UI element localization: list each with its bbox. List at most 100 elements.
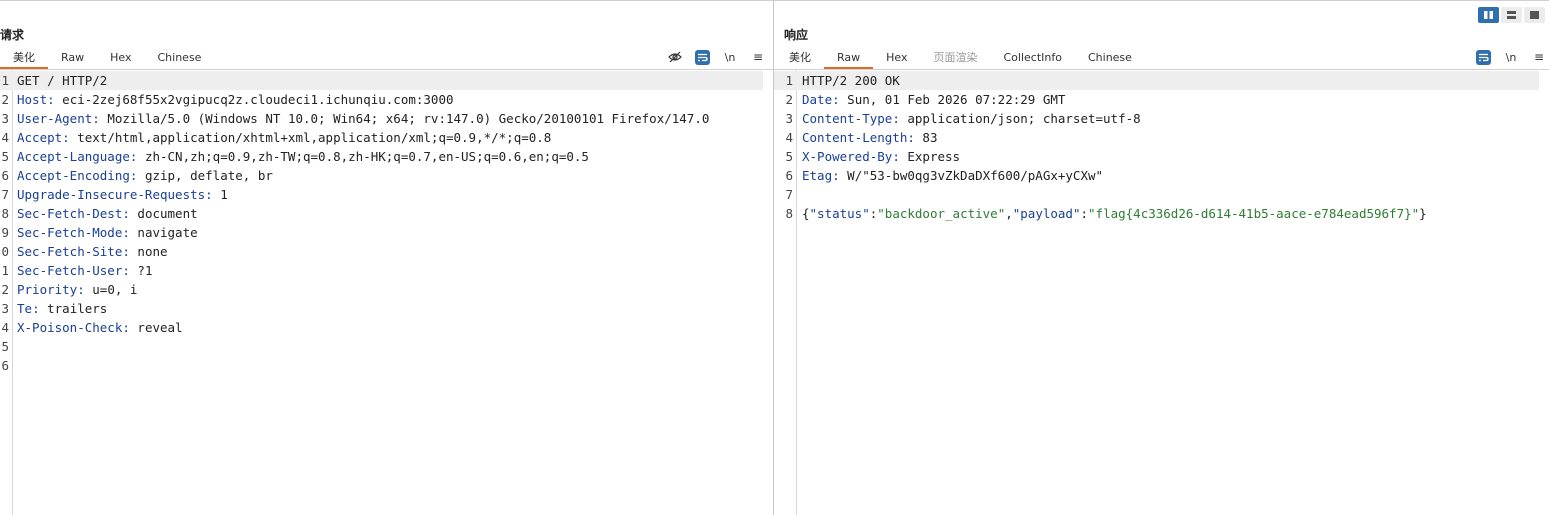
header-colon: : xyxy=(122,206,130,221)
header-name: Priority xyxy=(17,282,78,297)
tab-3[interactable]: Chinese xyxy=(145,50,215,68)
tab-2[interactable]: Hex xyxy=(97,50,144,68)
header-name: X-Poison-Check xyxy=(17,320,123,335)
line-number: 3 xyxy=(1,301,9,316)
tab-3[interactable]: 页面渲染 xyxy=(921,50,991,68)
line-number: 5 xyxy=(1,149,9,164)
header-colon: : xyxy=(122,225,130,240)
line-number: 0 xyxy=(1,244,9,259)
tab-1[interactable]: Raw xyxy=(48,50,97,68)
tab-4[interactable]: CollectInfo xyxy=(991,50,1075,68)
code-line: 3 User-Agent: Mozilla/5.0 (Windows NT 10.… xyxy=(0,109,773,128)
code-line: 2 Priority: u=0, i xyxy=(0,280,773,299)
header-colon: : xyxy=(122,244,130,259)
newline-toggle[interactable]: \n xyxy=(722,49,738,65)
code-line: 7 Upgrade-Insecure-Requests: 1 xyxy=(0,185,773,204)
line-text: GET / HTTP/2 xyxy=(17,71,107,90)
response-editor[interactable]: 1 HTTP/2 200 OK 2 Date: Sun, 01 Feb 2026 07… xyxy=(774,70,1549,515)
header-value: navigate xyxy=(129,225,198,240)
header-value: gzip, deflate, br xyxy=(137,168,273,183)
header-name: Content-Length xyxy=(802,130,908,145)
header-value: trailers xyxy=(39,301,108,316)
header-colon: : xyxy=(832,168,840,183)
line-number: 1 xyxy=(785,73,793,88)
line-number: 2 xyxy=(1,92,9,107)
tab-5[interactable]: Chinese xyxy=(1075,50,1145,68)
line-number: 5 xyxy=(1,339,9,354)
line-number: 1 xyxy=(1,263,9,278)
json-token: } xyxy=(1419,206,1427,221)
code-line: 2 Date: Sun, 01 Feb 2026 07:22:29 GMT xyxy=(774,90,1549,109)
header-name: Etag xyxy=(802,168,833,183)
header-name: Te xyxy=(17,301,33,316)
code-line: 9 Sec-Fetch-Mode: navigate xyxy=(0,223,773,242)
code-line: 8 Sec-Fetch-Dest: document xyxy=(0,204,773,223)
header-colon: : xyxy=(32,301,40,316)
code-line: 6 Etag: W/"53-bw0qg3vZkDaDXf600/pAGx+yCXw… xyxy=(774,166,1549,185)
line-text: Content-Type: application/json; charset=… xyxy=(802,109,1141,128)
header-name: Content-Type xyxy=(802,111,893,126)
request-pane: 请求 美化 Raw Hex Chinese \n ≡ 1 GET / HTTP/2 2 Ho… xyxy=(0,0,773,515)
code-line: 5 X-Powered-By: Express xyxy=(774,147,1549,166)
header-name: Sec-Fetch-User xyxy=(17,263,123,278)
line-number: 5 xyxy=(785,149,793,164)
request-editor[interactable]: 1 GET / HTTP/2 2 Host: eci-2zej68f55x2vgipu… xyxy=(0,70,773,515)
line-text: X-Powered-By: Express xyxy=(802,147,960,166)
line-text: Content-Length: 83 xyxy=(802,128,937,147)
line-number: 1 xyxy=(1,73,9,88)
tab-0[interactable]: 美化 xyxy=(0,50,48,69)
menu-icon[interactable]: ≡ xyxy=(750,49,766,65)
line-text: Date: Sun, 01 Feb 2026 07:22:29 GMT xyxy=(802,90,1065,109)
header-name: Host xyxy=(17,92,48,107)
newline-toggle[interactable]: \n xyxy=(1503,49,1519,65)
line-text: Etag: W/"53-bw0qg3vZkDaDXf600/pAGx+yCXw" xyxy=(802,166,1103,185)
line-text: Sec-Fetch-Site: none xyxy=(17,242,168,261)
json-token: "payload" xyxy=(1012,206,1081,221)
code-line: 4 Accept: text/html,application/xhtml+xml… xyxy=(0,128,773,147)
wrap-icon[interactable] xyxy=(695,49,710,65)
header-value: document xyxy=(129,206,198,221)
tab-1[interactable]: Raw xyxy=(824,50,874,69)
line-text: Accept: text/html,application/xhtml+xml,… xyxy=(17,128,551,147)
header-colon: : xyxy=(62,130,70,145)
code-line: 6 Accept-Encoding: gzip, deflate, br xyxy=(0,166,773,185)
line-text: Accept-Language: zh-CN,zh;q=0.9,zh-TW;q=… xyxy=(17,147,589,166)
code-line: 1 GET / HTTP/2 xyxy=(0,71,763,90)
menu-icon[interactable]: ≡ xyxy=(1531,49,1547,65)
header-colon: : xyxy=(122,263,130,278)
code-line: 1 Sec-Fetch-User: ?1 xyxy=(0,261,773,280)
header-name: Accept-Encoding xyxy=(17,168,130,183)
code-line: 0 Sec-Fetch-Site: none xyxy=(0,242,773,261)
code-line: 6 xyxy=(0,356,773,375)
header-name: Upgrade-Insecure-Requests xyxy=(17,187,206,202)
hide-eye-icon[interactable] xyxy=(667,49,683,65)
header-value: none xyxy=(129,244,168,259)
header-value: zh-CN,zh;q=0.9,zh-TW;q=0.8,zh-HK;q=0.7,e… xyxy=(137,149,589,164)
json-token: , xyxy=(1005,206,1013,221)
line-text: {"status":"backdoor_active","payload":"f… xyxy=(802,204,1427,223)
wrap-icon[interactable] xyxy=(1476,49,1491,65)
request-tabs: 美化 Raw Hex Chinese xyxy=(0,50,215,69)
header-colon: : xyxy=(907,130,915,145)
header-value: text/html,application/xhtml+xml,applicat… xyxy=(69,130,552,145)
response-tabs: 美化 Raw Hex 页面渲染 CollectInfo Chinese xyxy=(776,50,1145,69)
header-value: eci-2zej68f55x2vgipucq2z.cloudeci1.ichun… xyxy=(54,92,454,107)
line-content: GET / HTTP/2 xyxy=(17,73,108,88)
code-line: 1 HTTP/2 200 OK xyxy=(774,71,1539,90)
request-title: 请求 xyxy=(0,28,25,42)
header-colon: : xyxy=(892,149,900,164)
line-text: X-Poison-Check: reveal xyxy=(17,318,183,337)
header-value: 1 xyxy=(212,187,228,202)
line-number: 3 xyxy=(1,111,9,126)
header-name: User-Agent xyxy=(17,111,93,126)
json-token: { xyxy=(802,206,810,221)
header-value: Mozilla/5.0 (Windows NT 10.0; Win64; x64… xyxy=(99,111,710,126)
line-number: 8 xyxy=(785,206,793,221)
line-number: 2 xyxy=(785,92,793,107)
json-token: "flag{4c336d26-d614-41b5-aace-e784ead596… xyxy=(1088,206,1420,221)
response-pane: 响应 美化 Raw Hex 页面渲染 CollectInfo Chinese \n ≡ 1… xyxy=(774,0,1549,515)
tab-2[interactable]: Hex xyxy=(873,50,920,68)
tab-0[interactable]: 美化 xyxy=(776,50,824,68)
header-colon: : xyxy=(892,111,900,126)
header-value: ?1 xyxy=(129,263,153,278)
